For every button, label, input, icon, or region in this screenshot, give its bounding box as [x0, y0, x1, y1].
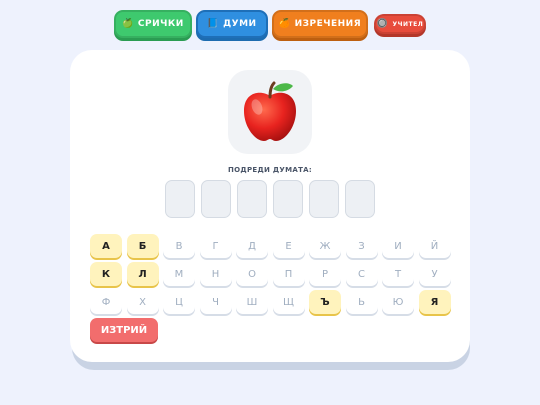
letter-key[interactable]: П	[272, 262, 305, 286]
letter-key[interactable]: О	[236, 262, 268, 286]
letter-key[interactable]: Ю	[382, 290, 414, 314]
letter-key[interactable]: Ш	[236, 290, 268, 314]
mode-nav: 🍏 СРИЧКИ 📘 ДУМИ 🍊 ИЗРЕЧЕНИЯ 🔘 УЧИТЕЛ	[0, 10, 540, 40]
letter-key[interactable]: З	[345, 234, 378, 258]
poems-tab-button[interactable]: 📘 ДУМИ	[196, 10, 268, 38]
letter-key[interactable]: М	[163, 262, 195, 286]
button-icon: 🔘	[376, 19, 389, 29]
delete-button[interactable]: ИЗТРИЙ	[90, 318, 158, 342]
letter-key[interactable]: Щ	[272, 290, 305, 314]
teacher-button[interactable]: 🔘 УЧИТЕЛ	[374, 14, 426, 34]
answer-slot[interactable]	[237, 180, 267, 218]
sayings-tab-button[interactable]: 🍊 ИЗРЕЧЕНИЯ	[272, 10, 368, 38]
letter-key[interactable]: Е	[272, 234, 305, 258]
letter-key[interactable]: Ц	[163, 290, 195, 314]
answer-slot[interactable]	[201, 180, 231, 218]
answer-slots	[165, 180, 377, 220]
letter-key[interactable]: Х	[126, 290, 159, 314]
letter-key[interactable]: Ъ	[309, 290, 341, 314]
game-card: ПОДРЕДИ ДУМАТА: АБВГДЕЖЗИЙ КЛМНОПРСТУ ФХЦЧ…	[70, 50, 470, 362]
letter-key[interactable]: Г	[199, 234, 232, 258]
orange-icon: 🍊	[278, 19, 291, 29]
poems-tab-label: ДУМИ	[223, 19, 257, 29]
letter-key[interactable]: И	[382, 234, 414, 258]
picture-frame	[228, 70, 312, 154]
words-tab-label: СРИЧКИ	[137, 19, 184, 29]
letter-key[interactable]: Й	[418, 234, 451, 258]
letter-key[interactable]: Ч	[199, 290, 232, 314]
answer-slot[interactable]	[273, 180, 303, 218]
letter-key[interactable]: В	[163, 234, 195, 258]
letter-key[interactable]: К	[90, 262, 122, 286]
words-tab-button[interactable]: 🍏 СРИЧКИ	[114, 10, 192, 38]
letter-key[interactable]: Ь	[345, 290, 378, 314]
teacher-label: УЧИТЕЛ	[392, 20, 424, 28]
letter-key[interactable]: Я	[418, 290, 451, 314]
answer-slot[interactable]	[165, 180, 195, 218]
instruction-text: ПОДРЕДИ ДУМАТА:	[228, 166, 312, 174]
letter-key[interactable]: Б	[126, 234, 159, 258]
apple-icon	[244, 81, 296, 141]
sayings-tab-label: ИЗРЕЧЕНИЯ	[294, 19, 362, 29]
letter-key[interactable]: Л	[126, 262, 159, 286]
letter-key[interactable]: Д	[236, 234, 268, 258]
letter-key[interactable]: Н	[199, 262, 232, 286]
letter-key[interactable]: Т	[382, 262, 414, 286]
letter-key[interactable]: С	[345, 262, 378, 286]
letter-key[interactable]: Р	[309, 262, 341, 286]
letter-key[interactable]: У	[418, 262, 451, 286]
book-icon: 📘	[207, 19, 220, 29]
letter-key[interactable]: Ж	[309, 234, 341, 258]
letter-key[interactable]: Ф	[90, 290, 122, 314]
answer-slot[interactable]	[309, 180, 339, 218]
letter-key[interactable]: А	[90, 234, 122, 258]
answer-slot[interactable]	[345, 180, 375, 218]
green-apple-icon: 🍏	[122, 19, 134, 29]
